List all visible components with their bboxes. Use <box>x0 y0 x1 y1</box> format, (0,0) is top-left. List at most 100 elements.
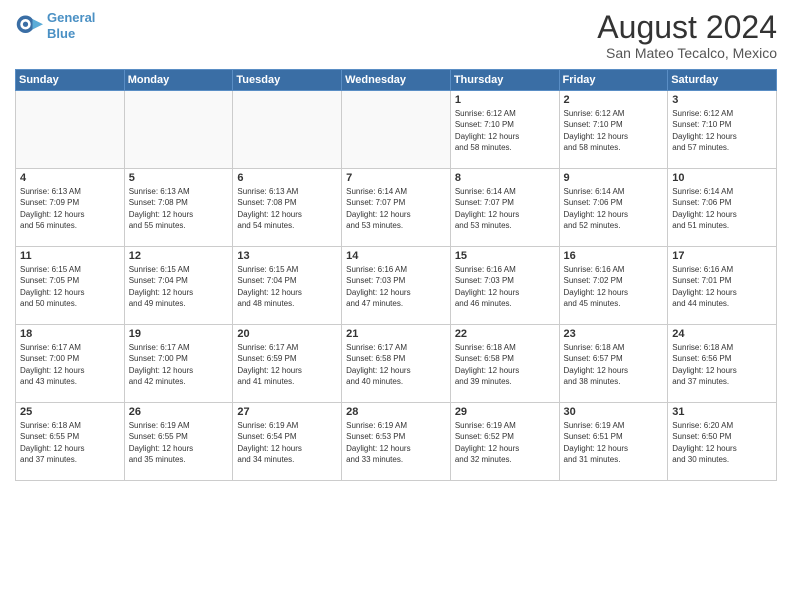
col-monday: Monday <box>124 70 233 91</box>
day-info: Sunrise: 6:12 AM Sunset: 7:10 PM Dayligh… <box>564 108 664 153</box>
day-info: Sunrise: 6:18 AM Sunset: 6:56 PM Dayligh… <box>672 342 772 387</box>
title-block: August 2024 San Mateo Tecalco, Mexico <box>597 10 777 61</box>
day-cell: 1 Sunrise: 6:12 AM Sunset: 7:10 PM Daylig… <box>450 91 559 169</box>
day-cell: 22 Sunrise: 6:18 AM Sunset: 6:58 PM Dayli… <box>450 325 559 403</box>
day-number: 9 <box>564 172 664 184</box>
day-info: Sunrise: 6:15 AM Sunset: 7:04 PM Dayligh… <box>237 264 337 309</box>
calendar-title: August 2024 <box>597 10 777 45</box>
day-info: Sunrise: 6:13 AM Sunset: 7:08 PM Dayligh… <box>237 186 337 231</box>
day-cell: 26 Sunrise: 6:19 AM Sunset: 6:55 PM Dayli… <box>124 403 233 481</box>
day-info: Sunrise: 6:14 AM Sunset: 7:06 PM Dayligh… <box>564 186 664 231</box>
day-info: Sunrise: 6:16 AM Sunset: 7:03 PM Dayligh… <box>346 264 446 309</box>
day-info: Sunrise: 6:20 AM Sunset: 6:50 PM Dayligh… <box>672 420 772 465</box>
day-info: Sunrise: 6:16 AM Sunset: 7:03 PM Dayligh… <box>455 264 555 309</box>
day-number: 12 <box>129 250 229 262</box>
day-info: Sunrise: 6:18 AM Sunset: 6:58 PM Dayligh… <box>455 342 555 387</box>
day-cell: 18Sunrise: 6:17 AM Sunset: 7:00 PM Dayli… <box>16 325 125 403</box>
col-sunday: Sunday <box>16 70 125 91</box>
day-cell: 28 Sunrise: 6:19 AM Sunset: 6:53 PM Dayli… <box>342 403 451 481</box>
day-cell: 17 Sunrise: 6:16 AM Sunset: 7:01 PM Dayli… <box>668 247 777 325</box>
day-info: Sunrise: 6:18 AM Sunset: 6:55 PM Dayligh… <box>20 420 120 465</box>
day-cell: 5Sunrise: 6:13 AM Sunset: 7:08 PM Daylig… <box>124 169 233 247</box>
day-number: 5 <box>129 172 229 184</box>
day-cell: 15Sunrise: 6:16 AM Sunset: 7:03 PM Dayli… <box>450 247 559 325</box>
day-info: Sunrise: 6:12 AM Sunset: 7:10 PM Dayligh… <box>455 108 555 153</box>
day-info: Sunrise: 6:17 AM Sunset: 7:00 PM Dayligh… <box>20 342 120 387</box>
day-number: 31 <box>672 406 772 418</box>
day-cell: 27Sunrise: 6:19 AM Sunset: 6:54 PM Dayli… <box>233 403 342 481</box>
calendar-container: General Blue August 2024 San Mateo Tecal… <box>0 0 792 489</box>
day-info: Sunrise: 6:18 AM Sunset: 6:57 PM Dayligh… <box>564 342 664 387</box>
col-wednesday: Wednesday <box>342 70 451 91</box>
day-cell: 6 Sunrise: 6:13 AM Sunset: 7:08 PM Daylig… <box>233 169 342 247</box>
day-number: 10 <box>672 172 772 184</box>
day-info: Sunrise: 6:17 AM Sunset: 6:59 PM Dayligh… <box>237 342 337 387</box>
day-number: 26 <box>129 406 229 418</box>
day-number: 6 <box>237 172 337 184</box>
day-number: 3 <box>672 94 772 106</box>
day-cell <box>233 91 342 169</box>
day-info: Sunrise: 6:16 AM Sunset: 7:02 PM Dayligh… <box>564 264 664 309</box>
day-cell: 21 Sunrise: 6:17 AM Sunset: 6:58 PM Dayli… <box>342 325 451 403</box>
week-row-2: 4Sunrise: 6:13 AM Sunset: 7:09 PM Daylig… <box>16 169 777 247</box>
day-cell: 2 Sunrise: 6:12 AM Sunset: 7:10 PM Daylig… <box>559 91 668 169</box>
day-info: Sunrise: 6:15 AM Sunset: 7:05 PM Dayligh… <box>20 264 120 309</box>
day-cell: 16 Sunrise: 6:16 AM Sunset: 7:02 PM Dayli… <box>559 247 668 325</box>
day-cell: 9 Sunrise: 6:14 AM Sunset: 7:06 PM Daylig… <box>559 169 668 247</box>
day-cell: 10 Sunrise: 6:14 AM Sunset: 7:06 PM Dayli… <box>668 169 777 247</box>
day-number: 2 <box>564 94 664 106</box>
week-row-5: 25 Sunrise: 6:18 AM Sunset: 6:55 PM Dayli… <box>16 403 777 481</box>
logo-text: General Blue <box>47 10 95 41</box>
day-info: Sunrise: 6:19 AM Sunset: 6:51 PM Dayligh… <box>564 420 664 465</box>
day-number: 11 <box>20 250 120 262</box>
day-cell: 7Sunrise: 6:14 AM Sunset: 7:07 PM Daylig… <box>342 169 451 247</box>
week-row-1: 1 Sunrise: 6:12 AM Sunset: 7:10 PM Daylig… <box>16 91 777 169</box>
day-info: Sunrise: 6:19 AM Sunset: 6:54 PM Dayligh… <box>237 420 337 465</box>
calendar-subtitle: San Mateo Tecalco, Mexico <box>597 45 777 61</box>
day-number: 28 <box>346 406 446 418</box>
day-number: 17 <box>672 250 772 262</box>
day-cell <box>342 91 451 169</box>
day-number: 14 <box>346 250 446 262</box>
day-number: 21 <box>346 328 446 340</box>
day-cell: 13 Sunrise: 6:15 AM Sunset: 7:04 PM Dayli… <box>233 247 342 325</box>
day-number: 1 <box>455 94 555 106</box>
day-cell: 12 Sunrise: 6:15 AM Sunset: 7:04 PM Dayli… <box>124 247 233 325</box>
logo: General Blue <box>15 10 95 41</box>
col-saturday: Saturday <box>668 70 777 91</box>
day-info: Sunrise: 6:16 AM Sunset: 7:01 PM Dayligh… <box>672 264 772 309</box>
day-number: 24 <box>672 328 772 340</box>
day-cell <box>16 91 125 169</box>
day-cell: 20 Sunrise: 6:17 AM Sunset: 6:59 PM Dayli… <box>233 325 342 403</box>
day-cell <box>124 91 233 169</box>
day-info: Sunrise: 6:17 AM Sunset: 7:00 PM Dayligh… <box>129 342 229 387</box>
day-cell: 29Sunrise: 6:19 AM Sunset: 6:52 PM Dayli… <box>450 403 559 481</box>
week-row-3: 11 Sunrise: 6:15 AM Sunset: 7:05 PM Dayli… <box>16 247 777 325</box>
day-info: Sunrise: 6:15 AM Sunset: 7:04 PM Dayligh… <box>129 264 229 309</box>
day-number: 30 <box>564 406 664 418</box>
calendar-table: Sunday Monday Tuesday Wednesday Thursday… <box>15 69 777 481</box>
logo-icon <box>15 12 43 40</box>
col-thursday: Thursday <box>450 70 559 91</box>
day-cell: 23 Sunrise: 6:18 AM Sunset: 6:57 PM Dayli… <box>559 325 668 403</box>
day-number: 16 <box>564 250 664 262</box>
day-info: Sunrise: 6:13 AM Sunset: 7:09 PM Dayligh… <box>20 186 120 231</box>
day-number: 22 <box>455 328 555 340</box>
day-number: 8 <box>455 172 555 184</box>
day-cell: 25 Sunrise: 6:18 AM Sunset: 6:55 PM Dayli… <box>16 403 125 481</box>
day-info: Sunrise: 6:17 AM Sunset: 6:58 PM Dayligh… <box>346 342 446 387</box>
day-number: 7 <box>346 172 446 184</box>
day-info: Sunrise: 6:14 AM Sunset: 7:07 PM Dayligh… <box>455 186 555 231</box>
day-number: 20 <box>237 328 337 340</box>
day-info: Sunrise: 6:19 AM Sunset: 6:55 PM Dayligh… <box>129 420 229 465</box>
day-cell: 30 Sunrise: 6:19 AM Sunset: 6:51 PM Dayli… <box>559 403 668 481</box>
day-number: 25 <box>20 406 120 418</box>
day-info: Sunrise: 6:12 AM Sunset: 7:10 PM Dayligh… <box>672 108 772 153</box>
day-info: Sunrise: 6:14 AM Sunset: 7:06 PM Dayligh… <box>672 186 772 231</box>
day-info: Sunrise: 6:19 AM Sunset: 6:53 PM Dayligh… <box>346 420 446 465</box>
day-number: 13 <box>237 250 337 262</box>
col-tuesday: Tuesday <box>233 70 342 91</box>
day-number: 29 <box>455 406 555 418</box>
day-number: 23 <box>564 328 664 340</box>
day-cell: 19Sunrise: 6:17 AM Sunset: 7:00 PM Dayli… <box>124 325 233 403</box>
